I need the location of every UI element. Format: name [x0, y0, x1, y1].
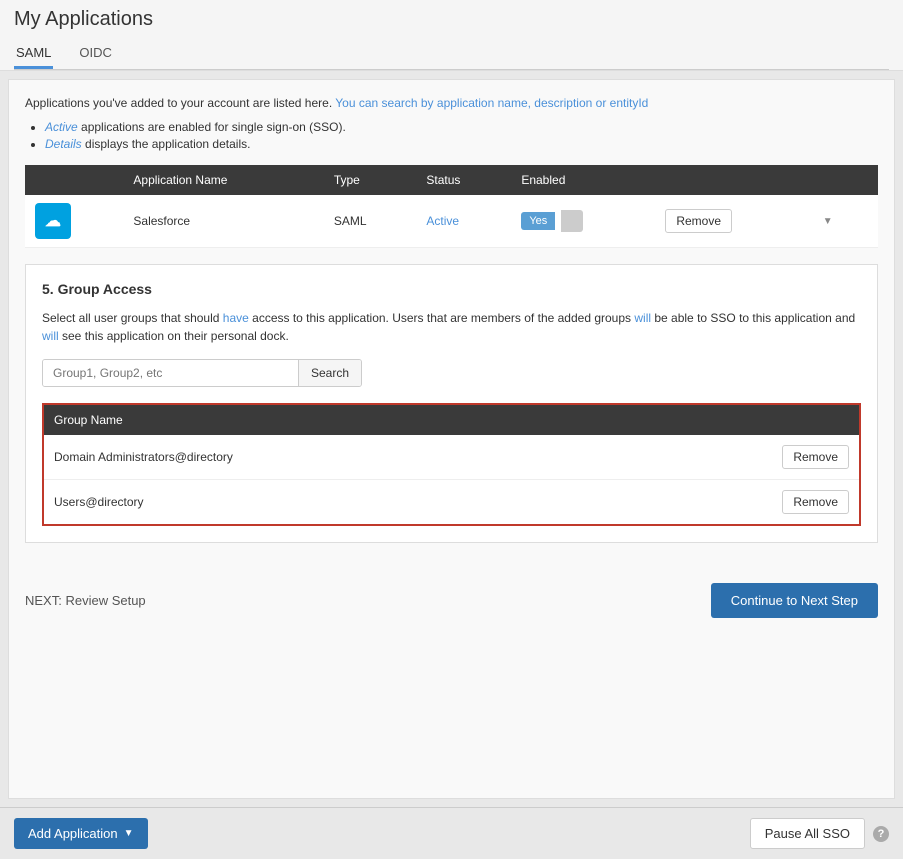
info-bullet-2: Details displays the application details… — [45, 137, 878, 151]
next-section: NEXT: Review Setup Continue to Next Step — [25, 567, 878, 618]
bullet2-rest: displays the application details. — [82, 137, 251, 151]
salesforce-icon: ☁ — [35, 203, 71, 239]
col-type: Type — [324, 165, 417, 195]
tab-oidc[interactable]: OIDC — [77, 39, 114, 69]
group-table: Group Name Domain Administrators@directo… — [42, 403, 861, 526]
col-actions — [655, 165, 807, 195]
page-title: My Applications — [14, 8, 889, 31]
group-table-header-row: Group Name — [43, 404, 860, 435]
app-enabled-cell: Yes — [511, 195, 655, 248]
continue-button[interactable]: Continue to Next Step — [711, 583, 878, 618]
tab-saml[interactable]: SAML — [14, 39, 53, 69]
app-name-cell: Salesforce — [123, 195, 323, 248]
tab-bar: SAML OIDC — [14, 39, 889, 69]
group-row-2: Users@directory Remove — [43, 480, 860, 526]
toggle-bar[interactable] — [561, 210, 583, 232]
bottom-bar: Add Application ▼ Pause All SSO ? — [0, 807, 903, 859]
group-search-bar: Search — [42, 359, 362, 387]
help-icon[interactable]: ? — [873, 826, 889, 842]
col-enabled: Enabled — [511, 165, 655, 195]
col-status: Status — [416, 165, 511, 195]
right-bottom: Pause All SSO ? — [750, 818, 889, 849]
desc-link-have: have — [223, 311, 249, 325]
toggle-container: Yes — [521, 210, 645, 232]
section-description: Select all user groups that should have … — [42, 309, 861, 345]
group-remove-cell-2: Remove — [611, 480, 860, 526]
app-remove-cell: Remove — [655, 195, 807, 248]
app-status-cell: Active — [416, 195, 511, 248]
add-application-label: Add Application — [28, 826, 118, 841]
main-content: Applications you've added to your accoun… — [8, 79, 895, 799]
bullet2-italic: Details — [45, 137, 82, 151]
bullet1-italic: Active — [45, 120, 78, 134]
group-name-header: Group Name — [43, 404, 611, 435]
table-header-row: Application Name Type Status Enabled — [25, 165, 878, 195]
app-icon-cell: ☁ — [25, 195, 123, 248]
add-application-button[interactable]: Add Application ▼ — [14, 818, 148, 849]
next-label: NEXT: Review Setup — [25, 593, 146, 608]
remove-app-button[interactable]: Remove — [665, 209, 732, 233]
group-search-button[interactable]: Search — [298, 360, 361, 386]
col-icon — [25, 165, 123, 195]
bullet1-rest: applications are enabled for single sign… — [78, 120, 346, 134]
group-action-header — [611, 404, 860, 435]
desc-link-will2: will — [42, 329, 59, 343]
group-access-section: 5. Group Access Select all user groups t… — [25, 264, 878, 543]
add-app-dropdown-icon: ▼ — [124, 828, 134, 839]
app-dropdown-cell: ▼ — [808, 195, 878, 248]
group-name-cell-2: Users@directory — [43, 480, 611, 526]
pause-sso-label: Pause All SSO — [765, 826, 850, 841]
info-bullets: Active applications are enabled for sing… — [45, 120, 878, 151]
col-app-name: Application Name — [123, 165, 323, 195]
info-bullet-1: Active applications are enabled for sing… — [45, 120, 878, 134]
remove-group-2-button[interactable]: Remove — [782, 490, 849, 514]
table-row: ☁ Salesforce SAML Active Yes Remove — [25, 195, 878, 248]
section-title: 5. Group Access — [42, 281, 861, 297]
info-main: Applications you've added to your accoun… — [25, 96, 648, 110]
group-row-1: Domain Administrators@directory Remove — [43, 435, 860, 480]
desc-link-will: will — [634, 311, 651, 325]
col-arrow — [808, 165, 878, 195]
group-remove-cell-1: Remove — [611, 435, 860, 480]
pause-all-sso-button[interactable]: Pause All SSO — [750, 818, 865, 849]
top-bar: My Applications SAML OIDC — [0, 0, 903, 71]
app-type-cell: SAML — [324, 195, 417, 248]
chevron-down-icon[interactable]: ▼ — [818, 211, 838, 231]
group-name-cell-1: Domain Administrators@directory — [43, 435, 611, 480]
applications-table: Application Name Type Status Enabled ☁ S… — [25, 165, 878, 248]
group-search-input[interactable] — [43, 360, 298, 386]
info-text: Applications you've added to your accoun… — [25, 96, 878, 110]
info-link: You can search by application name, desc… — [335, 96, 648, 110]
status-active: Active — [426, 214, 459, 228]
remove-group-1-button[interactable]: Remove — [782, 445, 849, 469]
toggle-yes-button[interactable]: Yes — [521, 212, 555, 230]
